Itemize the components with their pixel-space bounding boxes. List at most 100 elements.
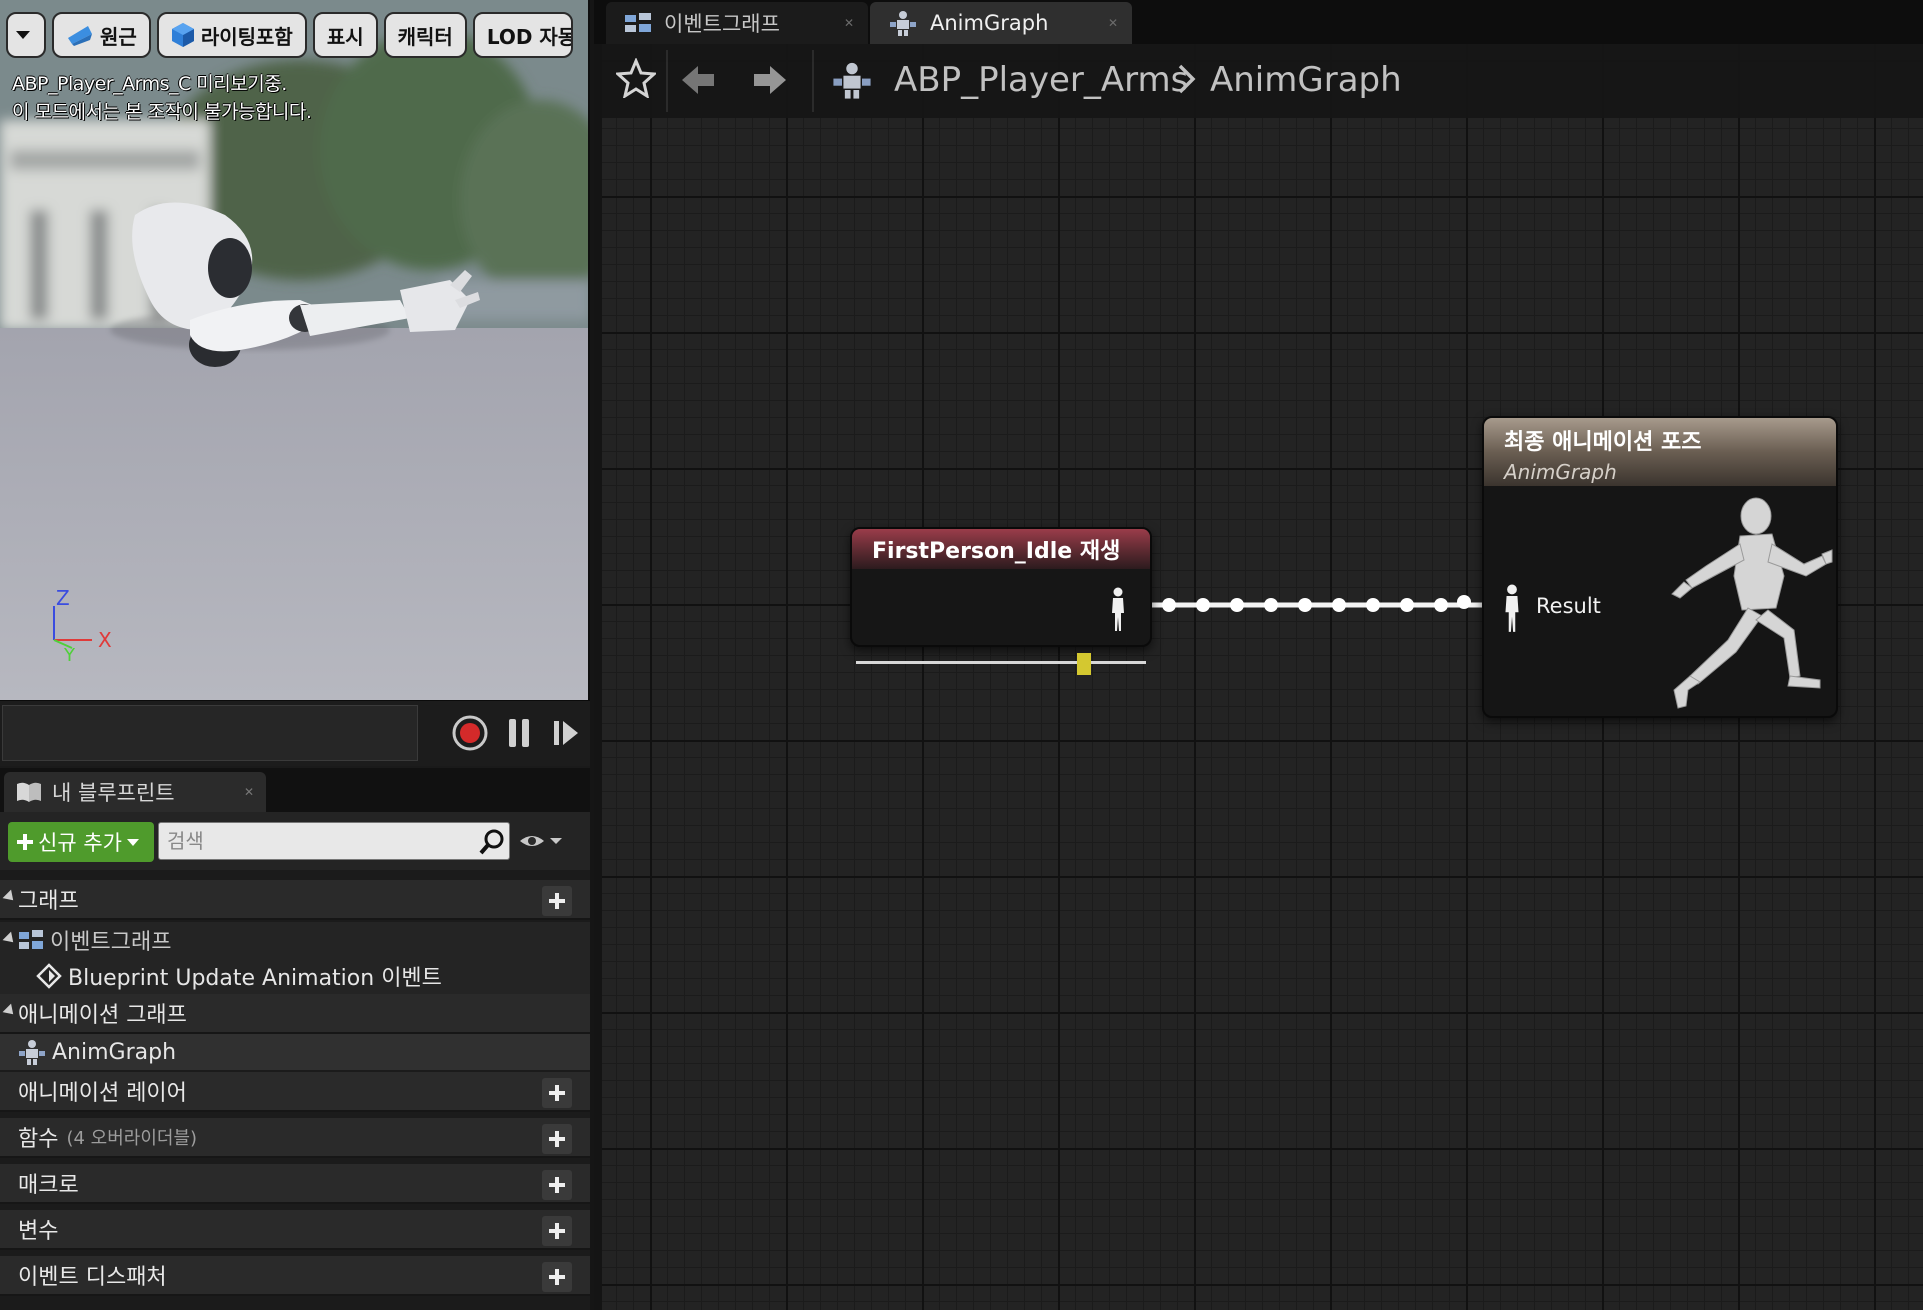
breadcrumb-blueprint[interactable]: ABP_Player_Arms <box>894 60 1188 100</box>
result-pin-label: Result <box>1536 594 1601 618</box>
perspective-button[interactable]: 원근 <box>52 12 151 58</box>
eye-visibility-icon[interactable] <box>518 830 566 852</box>
tree-item-blueprint-update[interactable]: Blueprint Update Animation 이벤트 <box>0 958 590 994</box>
output-pose-title: 최종 애니메이션 포즈 <box>1504 430 1702 455</box>
functions-category[interactable]: 함수 (4 오버라이더블) <box>0 1118 590 1158</box>
timeline-scrubber[interactable] <box>2 705 418 761</box>
record-button[interactable] <box>450 713 490 753</box>
pause-button[interactable] <box>499 713 539 753</box>
add-function-button[interactable] <box>542 1124 572 1154</box>
pose-input-pin-icon[interactable] <box>1500 584 1524 634</box>
anim-graphs-category-label: 애니메이션 그래프 <box>18 1003 187 1028</box>
sequence-player-header: FirstPerson_Idle 재생 <box>852 529 1150 569</box>
show-button[interactable]: 표시 <box>312 12 378 58</box>
cube-icon <box>171 23 194 47</box>
event-graph-icon <box>625 13 651 32</box>
add-variable-button[interactable] <box>542 1216 572 1246</box>
toolbar-separator <box>666 50 668 112</box>
add-dispatcher-button[interactable] <box>542 1262 572 1292</box>
lod-label: LOD 자동 <box>486 24 573 49</box>
star-icon[interactable] <box>616 58 656 98</box>
viewport-info-line1: ABP_Player_Arms_C 미리보기중. <box>12 73 287 95</box>
sequence-player-node[interactable]: FirstPerson_Idle 재생 <box>850 527 1152 675</box>
macros-label: 매크로 <box>18 1173 79 1198</box>
anim-graphs-category[interactable]: 애니메이션 그래프 <box>0 994 590 1034</box>
close-icon[interactable]: ✕ <box>244 785 254 799</box>
playback-bar <box>0 700 590 766</box>
viewport-info-line2: 이 모드에서는 본 조작이 불가능합니다. <box>12 101 312 123</box>
character-button[interactable]: 캐릭터 <box>383 12 467 58</box>
chevron-right-icon <box>1178 64 1196 94</box>
chevron-down-icon <box>16 31 30 39</box>
running-mannequin-icon <box>1671 497 1833 709</box>
close-icon[interactable]: ✕ <box>844 16 854 30</box>
functions-override-count: (4 오버라이더블) <box>66 1128 198 1149</box>
search-icon[interactable] <box>478 828 506 856</box>
add-anim-layer-button[interactable] <box>542 1078 572 1108</box>
my-blueprint-toolbar: 신규 추가 <box>0 812 590 870</box>
graph-canvas[interactable]: ABP_Player_Arms AnimGraph FirstPerson_Id… <box>602 44 1923 1310</box>
viewport-options-button[interactable] <box>6 12 46 58</box>
lighting-button[interactable]: 라이팅포함 <box>156 12 307 58</box>
graph-toolbar: ABP_Player_Arms AnimGraph <box>602 44 1923 118</box>
pause-icon <box>509 719 529 747</box>
step-forward-button[interactable] <box>546 713 586 753</box>
pose-output-pin-icon[interactable] <box>1108 587 1128 633</box>
search-input[interactable] <box>158 822 510 860</box>
plus-icon <box>549 1269 565 1285</box>
tab-event-graph[interactable]: 이벤트그래프 ✕ <box>606 2 868 44</box>
my-blueprint-tab[interactable]: 내 블루프린트 ✕ <box>4 772 266 812</box>
dispatchers-category[interactable]: 이벤트 디스패처 <box>0 1256 590 1296</box>
chevron-down-icon <box>126 838 139 846</box>
book-icon <box>17 782 41 802</box>
axis-x-label: X <box>98 628 112 652</box>
collapse-triangle-icon[interactable] <box>2 931 18 947</box>
tab-event-graph-label: 이벤트그래프 <box>664 12 780 36</box>
add-new-button[interactable]: 신규 추가 <box>8 822 154 862</box>
plus-icon <box>549 893 565 909</box>
back-arrow-icon[interactable] <box>680 62 716 98</box>
tab-anim-graph[interactable]: AnimGraph ✕ <box>870 2 1132 44</box>
anim-graph-icon <box>833 62 871 99</box>
lighting-label: 라이팅포함 <box>200 24 293 49</box>
add-new-label: 신규 추가 <box>38 831 122 855</box>
add-graph-button[interactable] <box>542 886 572 916</box>
lod-button[interactable]: LOD 자동 <box>472 12 573 58</box>
event-diamond-icon <box>36 963 62 989</box>
graphs-category[interactable]: 그래프 <box>0 880 590 920</box>
event-graph-icon <box>19 930 43 949</box>
tree-item-anim-graph[interactable]: AnimGraph <box>0 1034 590 1070</box>
output-pose-subtitle: AnimGraph <box>1504 460 1617 484</box>
plus-icon <box>549 1131 565 1147</box>
tab-anim-graph-label: AnimGraph <box>930 11 1049 35</box>
forward-arrow-icon[interactable] <box>752 62 788 98</box>
document-tabs: 이벤트그래프 ✕ AnimGraph ✕ <box>594 0 1923 44</box>
viewport-info: ABP_Player_Arms_C 미리보기중. 이 모드에서는 본 조작이 불… <box>12 70 312 126</box>
axis-y-label: Y <box>63 645 76 666</box>
slider-track <box>856 661 1146 664</box>
anim-graph-icon <box>19 1040 45 1065</box>
collapse-triangle-icon[interactable] <box>2 889 18 905</box>
slider-thumb[interactable] <box>1077 653 1091 675</box>
anim-layers-category[interactable]: 애니메이션 레이어 <box>0 1072 590 1112</box>
tree-item-event-graph[interactable]: 이벤트그래프 <box>0 922 590 958</box>
macros-category[interactable]: 매크로 <box>0 1164 590 1204</box>
variables-category[interactable]: 변수 <box>0 1210 590 1250</box>
graph-editor-area: 이벤트그래프 ✕ AnimGraph ✕ ABP_Player_Arms Ani… <box>594 0 1923 1310</box>
collapse-triangle-icon[interactable] <box>2 1003 18 1019</box>
viewport-toolbar: 원근 라이팅포함 표시 캐릭터 LOD 자동 <box>6 12 573 60</box>
output-pose-node[interactable]: 최종 애니메이션 포즈 AnimGraph Result <box>1482 416 1838 718</box>
anim-graph-icon <box>890 11 916 36</box>
step-forward-icon <box>554 721 578 745</box>
plus-icon <box>549 1085 565 1101</box>
left-column: 원근 라이팅포함 표시 캐릭터 LOD 자동 ABP_Player_Arms_C… <box>0 0 590 1310</box>
perspective-label: 원근 <box>100 24 137 49</box>
preview-viewport[interactable]: 원근 라이팅포함 표시 캐릭터 LOD 자동 ABP_Player_Arms_C… <box>0 0 590 700</box>
add-macro-button[interactable] <box>542 1170 572 1200</box>
event-graph-label: 이벤트그래프 <box>50 930 172 955</box>
playback-position-slider[interactable] <box>856 653 1150 675</box>
breadcrumb-graph[interactable]: AnimGraph <box>1210 60 1402 100</box>
close-icon[interactable]: ✕ <box>1108 16 1118 30</box>
sequence-player-title: FirstPerson_Idle 재생 <box>872 539 1121 564</box>
anim-layers-label: 애니메이션 레이어 <box>18 1081 187 1106</box>
